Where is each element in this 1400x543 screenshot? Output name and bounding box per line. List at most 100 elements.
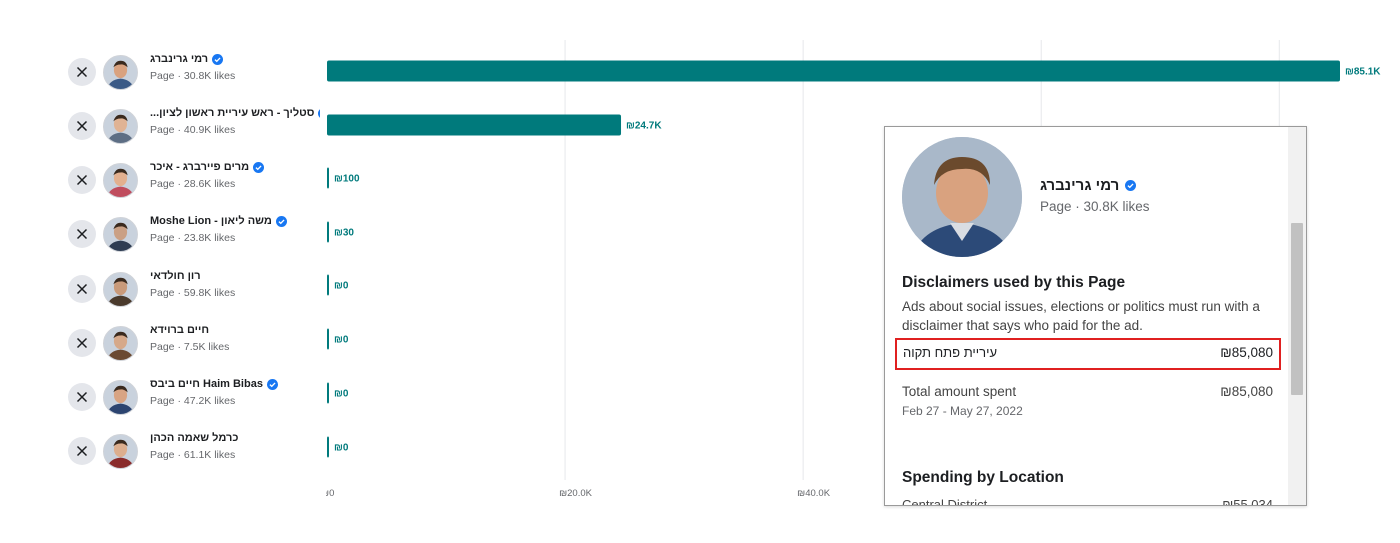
location-amount: ₪55,034 bbox=[1222, 497, 1273, 506]
page-name-text[interactable]: חיים ברוידא bbox=[150, 324, 209, 336]
remove-page-button[interactable] bbox=[68, 112, 96, 140]
avatar[interactable] bbox=[103, 109, 138, 144]
page-name-text[interactable]: כרמל שאמה הכהן bbox=[150, 432, 238, 444]
bar-value-label: ₪85.1K bbox=[1345, 67, 1381, 78]
page-meta: Page · 59.8K likes bbox=[150, 287, 236, 299]
bar-value-label: ₪0 bbox=[334, 335, 349, 346]
close-icon bbox=[76, 228, 88, 240]
page-meta: Page · 28.6K likes bbox=[150, 178, 236, 190]
page-name-text[interactable]: רון חולדאי bbox=[150, 270, 201, 282]
chart-bar bbox=[327, 60, 1340, 82]
close-icon bbox=[76, 445, 88, 457]
remove-page-button[interactable] bbox=[68, 383, 96, 411]
card-scroll-thumb[interactable] bbox=[1291, 223, 1303, 395]
page-list: רמי גרינברג Page · 30.8K likes ...סטליך … bbox=[0, 0, 326, 543]
card-page-name[interactable]: רמי גרינברג bbox=[1040, 177, 1137, 194]
page-name[interactable]: מרים פיירברג - איכר bbox=[150, 161, 320, 173]
verified-badge-icon bbox=[318, 109, 320, 117]
card-scrollbar[interactable] bbox=[1288, 127, 1306, 505]
x-tick-label: ₪20.0K bbox=[559, 488, 593, 499]
total-amount-label: Total amount spent bbox=[902, 384, 1017, 399]
page-name[interactable]: חיים ביבס Haim Bibas bbox=[150, 378, 320, 390]
avatar[interactable] bbox=[103, 163, 138, 198]
location-name: Central District bbox=[902, 497, 988, 506]
page-name[interactable]: Moshe Lion - משה ליאון bbox=[150, 215, 320, 227]
page-name-text[interactable]: מרים פיירברג - איכר bbox=[150, 161, 249, 173]
page-row[interactable]: חיים ביבס Haim Bibas Page · 47.2K likes bbox=[0, 370, 326, 424]
disclaimers-title: Disclaimers used by this Page bbox=[902, 274, 1126, 291]
page-row[interactable]: מרים פיירברג - איכר Page · 28.6K likes bbox=[0, 153, 326, 207]
avatar[interactable] bbox=[103, 434, 138, 469]
page-row[interactable]: כרמל שאמה הכהן Page · 61.1K likes bbox=[0, 424, 326, 478]
close-icon bbox=[76, 391, 88, 403]
page-name[interactable]: ...סטליך - ראש עיריית ראשון לציון bbox=[150, 107, 320, 119]
disclaimer-row-highlighted[interactable]: עיריית פתח תקוה ₪85,080 bbox=[895, 338, 1281, 370]
page-row[interactable]: רון חולדאי Page · 59.8K likes bbox=[0, 262, 326, 316]
total-amount-value: ₪85,080 bbox=[1220, 384, 1273, 399]
avatar[interactable] bbox=[103, 272, 138, 307]
page-meta: Page · 40.9K likes bbox=[150, 124, 236, 136]
page-meta: Page · 23.8K likes bbox=[150, 232, 236, 244]
x-tick-label: ₪40.0K bbox=[797, 488, 831, 499]
close-icon bbox=[76, 66, 88, 78]
disclaimer-name: עיריית פתח תקוה bbox=[903, 345, 998, 360]
close-icon bbox=[76, 120, 88, 132]
page-name[interactable]: כרמל שאמה הכהן bbox=[150, 432, 320, 444]
page-name-text[interactable]: חיים ביבס Haim Bibas bbox=[150, 378, 263, 390]
close-icon bbox=[76, 283, 88, 295]
verified-badge-icon bbox=[212, 53, 224, 65]
remove-page-button[interactable] bbox=[68, 58, 96, 86]
bar-value-label: ₪24.7K bbox=[626, 121, 662, 132]
page-row[interactable]: רמי גרינברג Page · 30.8K likes bbox=[0, 45, 326, 99]
bar-value-label: ₪0 bbox=[334, 443, 349, 454]
chart-bar bbox=[327, 221, 329, 243]
chart-bar bbox=[327, 114, 622, 136]
bar-value-label: ₪30 bbox=[334, 228, 354, 239]
chart-bar bbox=[327, 382, 329, 404]
page-meta: Page · 7.5K likes bbox=[150, 341, 230, 353]
page-name[interactable]: חיים ברוידא bbox=[150, 324, 320, 336]
card-page-meta: Page · 30.8K likes bbox=[1040, 199, 1150, 214]
date-range: Feb 27 - May 27, 2022 bbox=[902, 404, 1023, 418]
avatar[interactable] bbox=[103, 55, 138, 90]
page-name-text[interactable]: ...סטליך - ראש עיריית ראשון לציון bbox=[150, 107, 314, 119]
avatar[interactable] bbox=[103, 380, 138, 415]
verified-badge-icon bbox=[253, 161, 265, 173]
x-tick-label: ₪0 bbox=[326, 488, 334, 499]
disclaimer-amount: ₪85,080 bbox=[1220, 345, 1273, 360]
remove-page-button[interactable] bbox=[68, 166, 96, 194]
chart-bar bbox=[327, 274, 329, 296]
chart-bar bbox=[327, 167, 329, 189]
page-meta: Page · 30.8K likes bbox=[150, 70, 236, 82]
page-row[interactable]: ...סטליך - ראש עיריית ראשון לציון Page ·… bbox=[0, 99, 326, 153]
page-row[interactable]: Moshe Lion - משה ליאון Page · 23.8K like… bbox=[0, 207, 326, 261]
page-row[interactable]: חיים ברוידא Page · 7.5K likes bbox=[0, 316, 326, 370]
avatar[interactable] bbox=[103, 326, 138, 361]
bar-value-label: ₪100 bbox=[334, 174, 360, 185]
remove-page-button[interactable] bbox=[68, 220, 96, 248]
page-name-text[interactable]: Moshe Lion - משה ליאון bbox=[150, 215, 272, 227]
card-avatar bbox=[902, 137, 1022, 257]
remove-page-button[interactable] bbox=[68, 329, 96, 357]
remove-page-button[interactable] bbox=[68, 437, 96, 465]
page-name[interactable]: רון חולדאי bbox=[150, 270, 320, 282]
chart-bar bbox=[327, 436, 329, 458]
verified-badge-icon bbox=[1125, 180, 1137, 191]
bar-value-label: ₪0 bbox=[334, 389, 349, 400]
remove-page-button[interactable] bbox=[68, 275, 96, 303]
verified-badge-icon bbox=[275, 215, 287, 227]
spending-by-location-title: Spending by Location bbox=[902, 469, 1064, 486]
bar-value-label: ₪0 bbox=[334, 281, 349, 292]
page-meta: Page · 47.2K likes bbox=[150, 395, 236, 407]
page-meta: Page · 61.1K likes bbox=[150, 449, 236, 461]
page-name[interactable]: רמי גרינברג bbox=[150, 53, 320, 65]
disclaimers-description: Ads about social issues, elections or po… bbox=[902, 299, 1260, 333]
chart-bar bbox=[327, 328, 329, 350]
verified-badge-icon bbox=[266, 378, 278, 390]
close-icon bbox=[76, 174, 88, 186]
card-name-text[interactable]: רמי גרינברג bbox=[1040, 177, 1119, 194]
close-icon bbox=[76, 337, 88, 349]
avatar[interactable] bbox=[103, 217, 138, 252]
page-name-text[interactable]: רמי גרינברג bbox=[150, 53, 208, 65]
page-detail-card: רמי גרינברג Page · 30.8K likes Disclaime… bbox=[884, 126, 1307, 506]
